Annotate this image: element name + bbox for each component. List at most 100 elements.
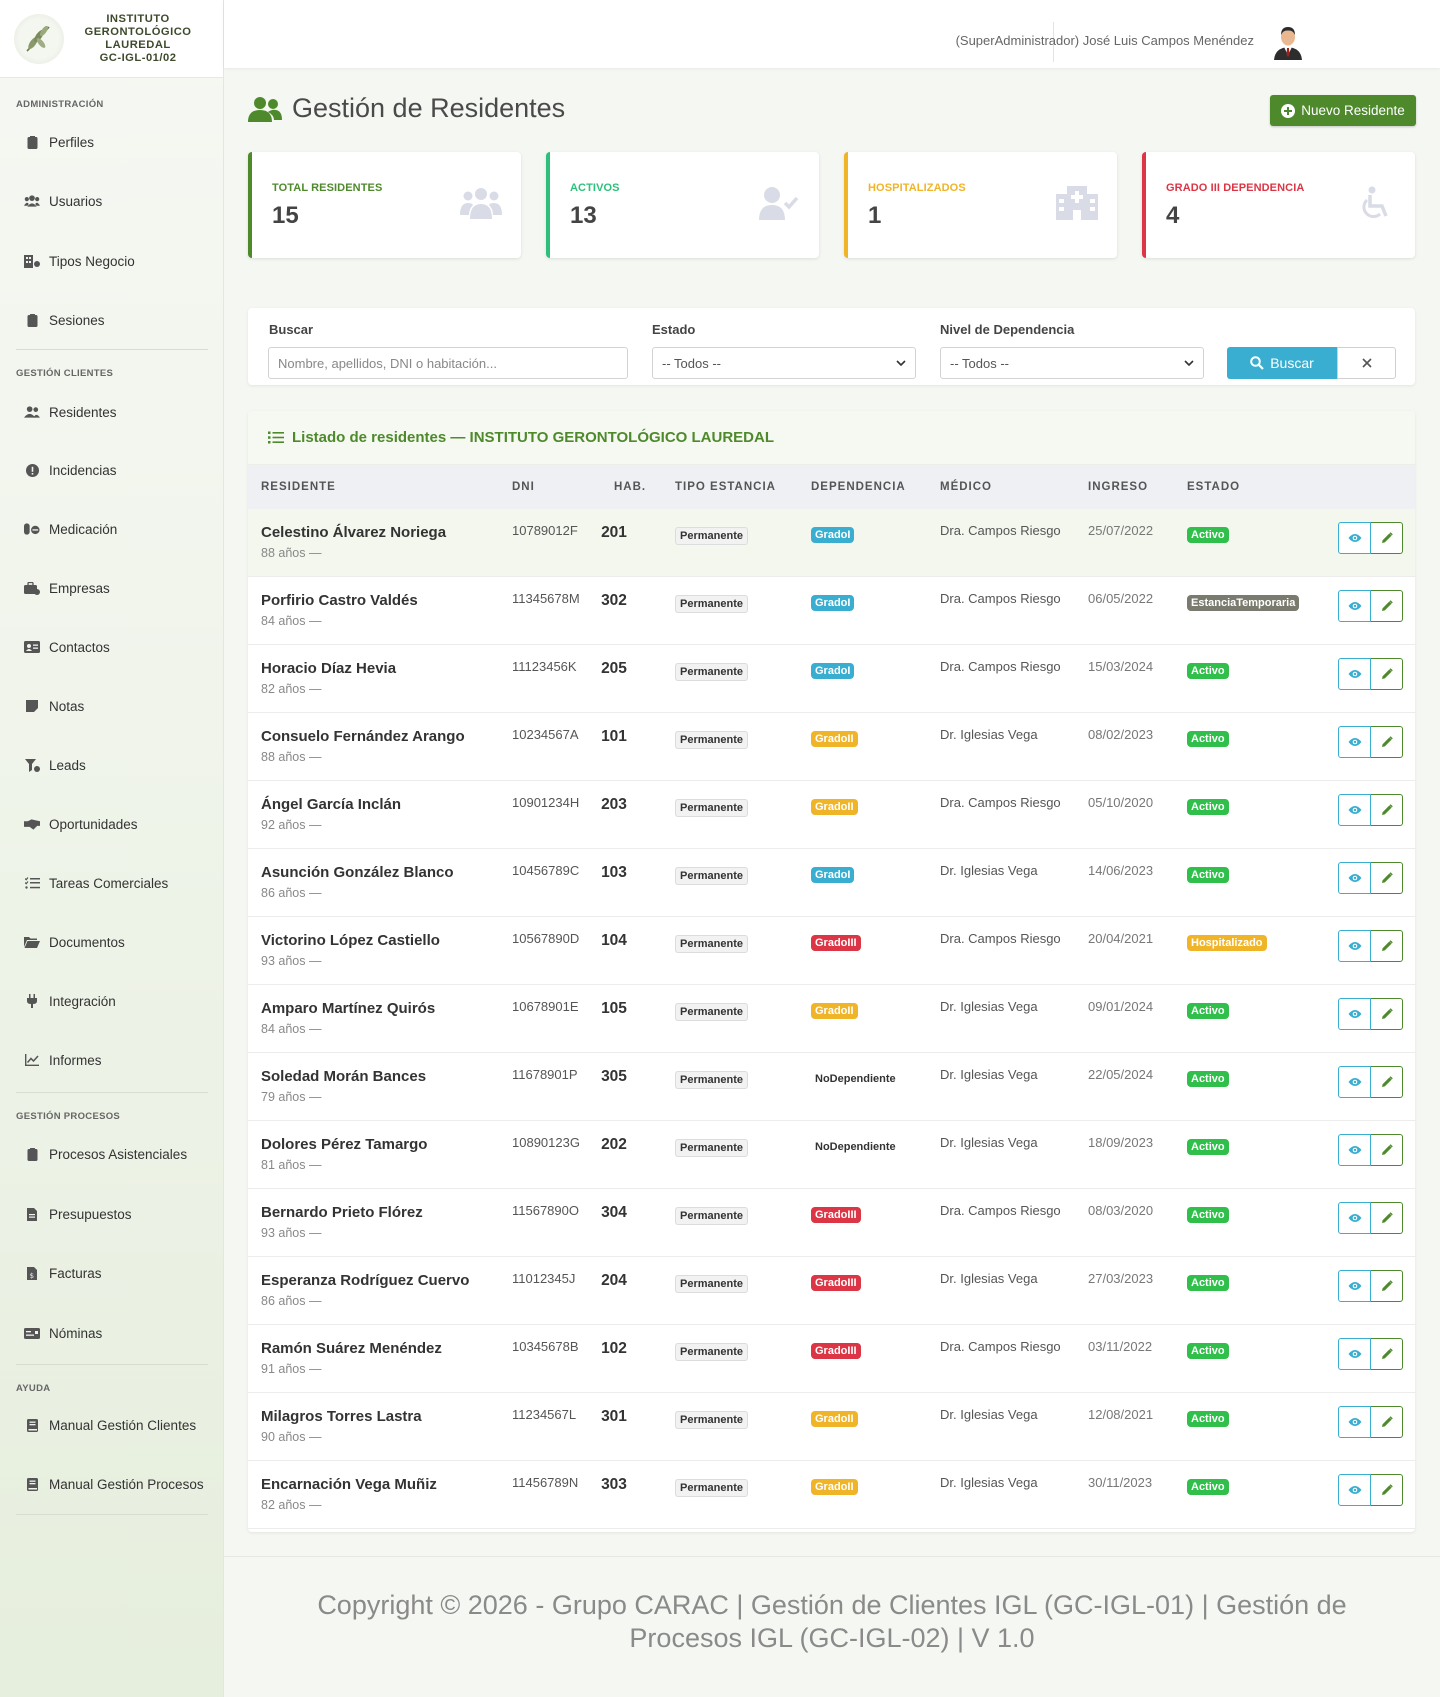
view-button[interactable] [1338,658,1371,690]
view-button[interactable] [1338,862,1371,894]
sidebar-item-manual-gestion-clientes[interactable]: Manual Gestión Clientes [0,1405,224,1445]
sidebar-item-residentes[interactable]: Residentes [0,392,224,432]
table-row[interactable]: Ramón Suárez Menéndez 91 años — 10345678B 1… [248,1325,1415,1393]
table-row[interactable]: Soledad Morán Bances 79 años — 11678901P 30… [248,1053,1415,1121]
edit-button[interactable] [1371,1338,1403,1370]
sidebar-item-perfiles[interactable]: Perfiles [0,122,224,162]
resident-name[interactable]: Asunción González Blanco [261,864,454,881]
view-button[interactable] [1338,930,1371,962]
view-button[interactable] [1338,1134,1371,1166]
dependencia-select[interactable]: -- Todos -- [940,347,1204,379]
table-row[interactable]: Consuelo Fernández Arango 88 años — 102345… [248,713,1415,781]
view-button[interactable] [1338,522,1371,554]
sidebar-item-nominas[interactable]: Nóminas [0,1313,224,1353]
sidebar-item-integracion[interactable]: Integración [0,981,224,1021]
sidebar-item-tipos-negocio[interactable]: Tipos Negocio [0,241,224,281]
resident-name[interactable]: Victorino López Castiello [261,932,440,949]
resident-name[interactable]: Celestino Álvarez Noriega [261,524,446,541]
sidebar-item-notas[interactable]: Notas [0,686,224,726]
view-button[interactable] [1338,998,1371,1030]
sidebar-item-documentos[interactable]: Documentos [0,922,224,962]
edit-button[interactable] [1371,998,1403,1030]
column-header[interactable]: HAB. [614,481,646,493]
sidebar-item-manual-gestion-procesos[interactable]: Manual Gestión Procesos [0,1464,224,1504]
column-header[interactable]: INGRESO [1088,481,1148,493]
edit-button[interactable] [1371,794,1403,826]
edit-button[interactable] [1371,1270,1403,1302]
edit-button[interactable] [1371,658,1403,690]
table-row[interactable]: Ángel García Inclán 92 años — 10901234H 203… [248,781,1415,849]
column-header[interactable]: DEPENDENCIA [811,481,906,493]
column-header[interactable]: MÉDICO [940,481,992,493]
table-row[interactable]: Horacio Díaz Hevia 82 años — 11123456K 205 P… [248,645,1415,713]
table-row[interactable]: Bernardo Prieto Flórez 93 años — 11567890O… [248,1189,1415,1257]
edit-button[interactable] [1371,590,1403,622]
sidebar-item-contactos[interactable]: Contactos [0,627,224,667]
edit-button[interactable] [1371,1474,1403,1506]
table-row[interactable]: Dolores Pérez Tamargo 81 años — 10890123G 2… [248,1121,1415,1189]
sidebar-item-medicacion[interactable]: Medicación [0,509,224,549]
table-row[interactable]: Asunción González Blanco 86 años — 1045678… [248,849,1415,917]
search-input[interactable]: Nombre, apellidos, DNI o habitación... [268,347,628,379]
sidebar-item-oportunidades[interactable]: Oportunidades [0,804,224,844]
column-header[interactable]: RESIDENTE [261,481,336,493]
sidebar-item-procesos-asistenciales[interactable]: Procesos Asistenciales [0,1134,224,1174]
resident-name[interactable]: Amparo Martínez Quirós [261,1000,435,1017]
sidebar-item-label: Procesos Asistenciales [49,1146,188,1162]
table-row[interactable]: Celestino Álvarez Noriega 88 años — 107890… [248,509,1415,577]
avatar[interactable] [1271,24,1305,60]
view-button[interactable] [1338,1202,1371,1234]
new-resident-button[interactable]: Nuevo Residente [1270,95,1416,126]
edit-button[interactable] [1371,726,1403,758]
edit-button[interactable] [1371,522,1403,554]
view-button[interactable] [1338,1066,1371,1098]
resident-name[interactable]: Consuelo Fernández Arango [261,728,465,745]
table-row[interactable]: Esperanza Rodríguez Cuervo 86 años — 11012… [248,1257,1415,1325]
resident-name[interactable]: Esperanza Rodríguez Cuervo [261,1272,469,1289]
resident-name[interactable]: Horacio Díaz Hevia [261,660,396,677]
resident-name[interactable]: Ramón Suárez Menéndez [261,1340,442,1357]
view-button[interactable] [1338,590,1371,622]
sidebar-item-usuarios[interactable]: Usuarios [0,181,224,221]
edit-button[interactable] [1371,1406,1403,1438]
sidebar-item-leads[interactable]: Leads [0,745,224,785]
sidebar-item-tareas-comerciales[interactable]: Tareas Comerciales [0,863,224,903]
resident-name[interactable]: Bernardo Prieto Flórez [261,1204,423,1221]
sidebar-item-presupuestos[interactable]: Presupuestos [0,1194,224,1234]
edit-button[interactable] [1371,1134,1403,1166]
resident-name[interactable]: Encarnación Vega Muñiz [261,1476,437,1493]
view-button[interactable] [1338,1270,1371,1302]
column-header[interactable]: TIPO ESTANCIA [675,481,776,493]
view-button[interactable] [1338,794,1371,826]
search-button[interactable]: Buscar [1227,347,1337,379]
table-row[interactable]: Victorino López Castiello 93 años — 105678… [248,917,1415,985]
sidebar-item-empresas[interactable]: Empresas [0,568,224,608]
edit-button[interactable] [1371,1066,1403,1098]
column-header[interactable]: ESTADO [1187,481,1240,493]
sidebar-item-incidencias[interactable]: Incidencias [0,450,224,490]
table-row[interactable]: Milagros Torres Lastra 90 años — 11234567L… [248,1393,1415,1461]
table-row[interactable]: Encarnación Vega Muñiz 82 años — 11456789N… [248,1461,1415,1529]
user-name[interactable]: (SuperAdministrador) José Luis Campos Me… [956,33,1254,48]
resident-name[interactable]: Soledad Morán Bances [261,1068,426,1085]
resident-name[interactable]: Dolores Pérez Tamargo [261,1136,427,1153]
sidebar-item-sesiones[interactable]: Sesiones [0,300,224,340]
edit-button[interactable] [1371,1202,1403,1234]
edit-button[interactable] [1371,930,1403,962]
resident-name[interactable]: Milagros Torres Lastra [261,1408,422,1425]
view-button[interactable] [1338,726,1371,758]
view-button[interactable] [1338,1406,1371,1438]
sidebar-item-facturas[interactable]: $ Facturas [0,1253,224,1293]
edit-button[interactable] [1371,862,1403,894]
sidebar-item-informes[interactable]: Informes [0,1040,224,1080]
resident-name[interactable]: Porfirio Castro Valdés [261,592,418,609]
table-row[interactable]: Porfirio Castro Valdés 84 años — 11345678M… [248,577,1415,645]
clear-filters-button[interactable] [1337,347,1396,379]
view-button[interactable] [1338,1474,1371,1506]
brand[interactable]: INSTITUTO GERONTOLÓGICO LAUREDAL GC-IGL-… [0,0,223,78]
estado-select[interactable]: -- Todos -- [652,347,916,379]
view-button[interactable] [1338,1338,1371,1370]
table-row[interactable]: Amparo Martínez Quirós 84 años — 10678901E… [248,985,1415,1053]
column-header[interactable]: DNI [512,481,535,493]
resident-name[interactable]: Ángel García Inclán [261,796,401,813]
